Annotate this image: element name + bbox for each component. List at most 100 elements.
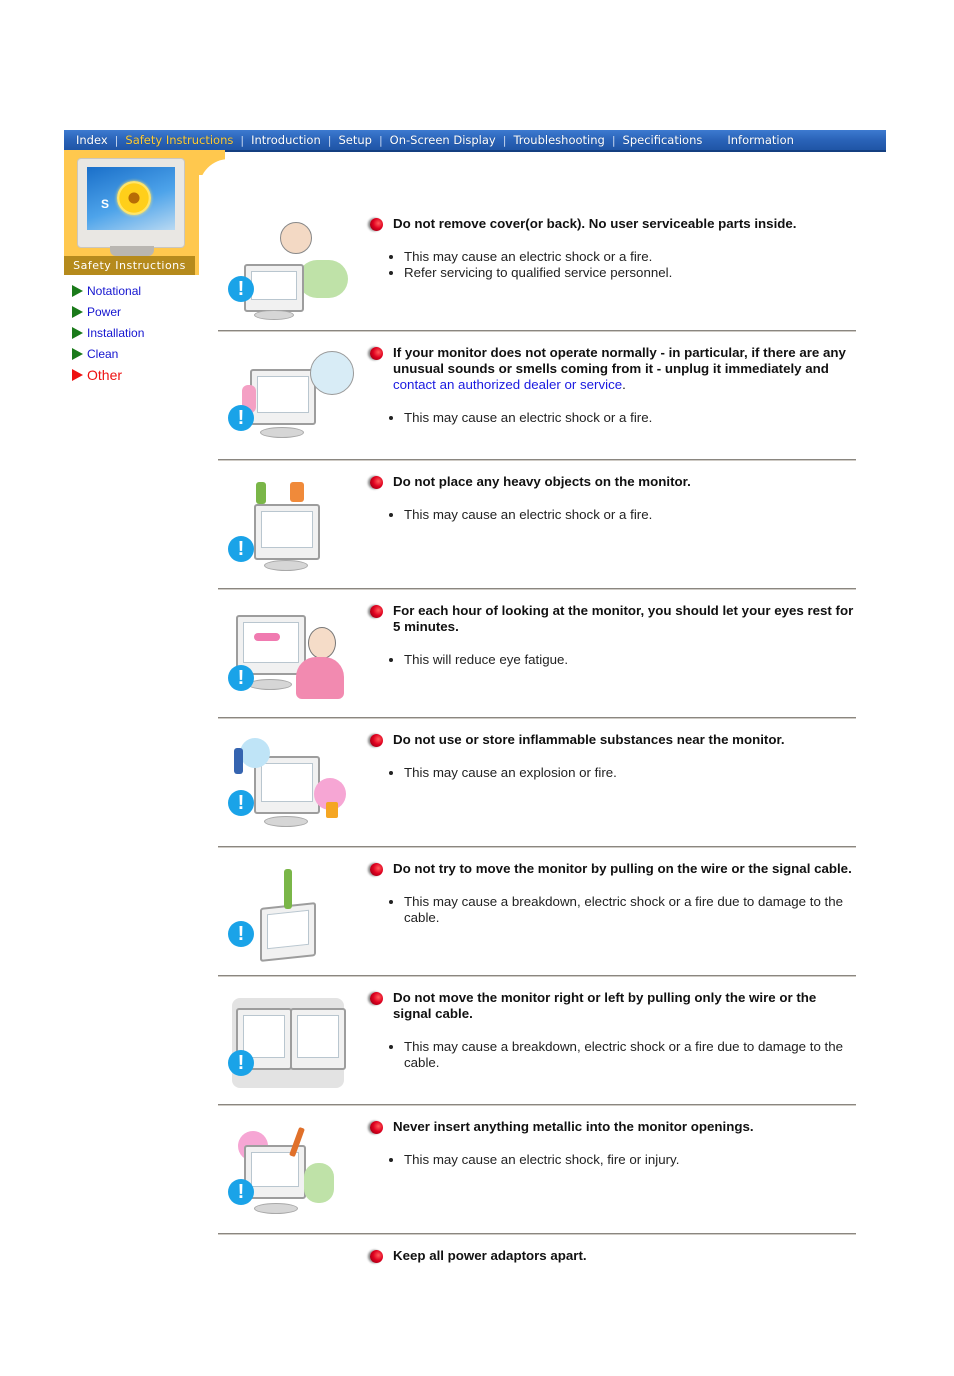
monitor-drawing xyxy=(250,369,316,425)
nav-index[interactable]: Index xyxy=(76,133,108,147)
technician-opening-monitor-illustration: ! xyxy=(220,220,352,320)
red-ball-bullet-icon xyxy=(370,863,383,876)
nav-separator: | xyxy=(327,133,332,147)
submenu-label[interactable]: Installation xyxy=(87,326,144,340)
submenu-label[interactable]: Clean xyxy=(87,347,118,361)
contact-dealer-link[interactable]: contact an authorized dealer or service xyxy=(393,377,622,392)
nav-setup[interactable]: Setup xyxy=(338,133,371,147)
submenu-label[interactable]: Power xyxy=(87,305,121,319)
red-ball-bullet-icon xyxy=(370,1121,383,1134)
safety-item: ! For each hour of looking at the monito… xyxy=(218,603,856,731)
safety-item-heading: Do not remove cover(or back). No user se… xyxy=(393,216,797,231)
safety-item: ! If your monitor does not operate norma… xyxy=(218,345,856,473)
safety-item-details: This may cause an electric shock, fire o… xyxy=(368,1152,856,1168)
nav-specifications[interactable]: Specifications xyxy=(623,133,703,147)
monitor-drawing-right xyxy=(290,1008,346,1070)
safety-item-details: This may cause a breakdown, electric sho… xyxy=(368,894,856,926)
heading-text: If your monitor does not operate normall… xyxy=(393,345,846,376)
triangle-right-icon xyxy=(72,284,83,297)
nav-separator: | xyxy=(240,133,245,147)
nav-on-screen-display[interactable]: On-Screen Display xyxy=(390,133,496,147)
warning-exclamation-icon: ! xyxy=(228,536,254,562)
safety-submenu: Notational Power Installation Clean Othe… xyxy=(72,280,144,385)
safety-item: Keep all power adaptors apart. xyxy=(218,1248,856,1376)
safety-item-heading: Do not try to move the monitor by pullin… xyxy=(393,861,852,876)
submenu-item-other[interactable]: Other xyxy=(72,364,144,385)
divider xyxy=(218,330,856,332)
detail-bullet: This may cause a breakdown, electric sho… xyxy=(404,894,856,926)
warning-exclamation-icon: ! xyxy=(228,276,254,302)
warning-exclamation-icon: ! xyxy=(228,790,254,816)
safety-item-heading: If your monitor does not operate normall… xyxy=(393,345,856,393)
nav-safety-instructions[interactable]: Safety Instructions xyxy=(125,133,233,147)
red-ball-bullet-icon xyxy=(370,992,383,1005)
monitor-base xyxy=(254,310,294,320)
submenu-item-power[interactable]: Power xyxy=(72,301,144,322)
divider xyxy=(218,846,856,848)
monitor-base xyxy=(248,679,292,690)
eye-rest-illustration: ! xyxy=(220,607,352,707)
safety-item: ! Do not try to move the monitor by pull… xyxy=(218,861,856,989)
safety-item-heading: Keep all power adaptors apart. xyxy=(393,1248,587,1263)
red-ball-bullet-icon xyxy=(370,734,383,747)
monitor-letter: S xyxy=(101,197,110,211)
safety-item-details: This will reduce eye fatigue. xyxy=(368,652,856,668)
nav-troubleshooting[interactable]: Troubleshooting xyxy=(513,133,604,147)
divider xyxy=(218,588,856,590)
warning-exclamation-icon: ! xyxy=(228,405,254,431)
top-navigation-bar: Index | Safety Instructions | Introducti… xyxy=(64,130,886,152)
moving-monitor-left-right-illustration: ! xyxy=(220,994,352,1094)
divider xyxy=(218,1104,856,1106)
fuel-can xyxy=(326,802,338,818)
warning-exclamation-icon: ! xyxy=(228,1179,254,1205)
technician-head xyxy=(280,222,312,254)
nav-introduction[interactable]: Introduction xyxy=(251,133,321,147)
flower-icon xyxy=(117,181,151,215)
safety-item-details: This may cause a breakdown, electric sho… xyxy=(368,1039,856,1071)
red-ball-bullet-icon xyxy=(370,605,383,618)
submenu-item-clean[interactable]: Clean xyxy=(72,343,144,364)
submenu-item-installation[interactable]: Installation xyxy=(72,322,144,343)
plug-socket-circle xyxy=(310,351,354,395)
safety-item-heading: Do not use or store inflammable substanc… xyxy=(393,732,785,747)
bottle xyxy=(256,482,266,504)
detail-bullet: Refer servicing to qualified service per… xyxy=(404,265,856,281)
monitor-base xyxy=(264,560,308,571)
submenu-item-notational[interactable]: Notational xyxy=(72,280,144,301)
eye-mask xyxy=(254,633,280,641)
red-ball-bullet-icon xyxy=(370,347,383,360)
divider xyxy=(218,717,856,719)
heavy-objects-on-monitor-illustration: ! xyxy=(220,478,352,578)
safety-item-details: This may cause an electric shock or a fi… xyxy=(368,410,856,426)
banner-title: Safety Instructions xyxy=(64,256,195,275)
submenu-label[interactable]: Other xyxy=(87,367,122,383)
warning-exclamation-icon: ! xyxy=(228,665,254,691)
monitor-screen: S xyxy=(87,167,175,230)
divider xyxy=(218,459,856,461)
monitor-stand xyxy=(110,246,154,256)
monitor-base xyxy=(254,1203,298,1214)
red-ball-bullet-icon xyxy=(370,476,383,489)
nav-information[interactable]: Information xyxy=(727,133,794,147)
nav-separator: | xyxy=(378,133,383,147)
divider xyxy=(218,975,856,977)
divider xyxy=(218,1233,856,1235)
red-ball-bullet-icon xyxy=(370,1250,383,1263)
woman-body xyxy=(296,657,344,699)
safety-item-heading: Do not place any heavy objects on the mo… xyxy=(393,474,691,489)
nav-separator: | xyxy=(502,133,507,147)
heading-suffix: . xyxy=(622,377,626,392)
safety-item: ! Do not move the monitor right or left … xyxy=(218,990,856,1118)
red-ball-bullet-icon xyxy=(370,218,383,231)
triangle-right-icon xyxy=(72,326,83,339)
hanging-cable xyxy=(284,869,292,909)
monitor-drawing xyxy=(254,504,320,560)
safety-item-heading: For each hour of looking at the monitor,… xyxy=(393,603,854,634)
safety-item: ! Do not place any heavy objects on the … xyxy=(218,474,856,602)
child-figure xyxy=(304,1163,334,1203)
monitor-base xyxy=(260,427,304,438)
spark-burst xyxy=(240,738,270,768)
submenu-label[interactable]: Notational xyxy=(87,284,141,298)
detail-bullet: This may cause an electric shock or a fi… xyxy=(404,410,856,426)
technician-body xyxy=(298,260,348,298)
